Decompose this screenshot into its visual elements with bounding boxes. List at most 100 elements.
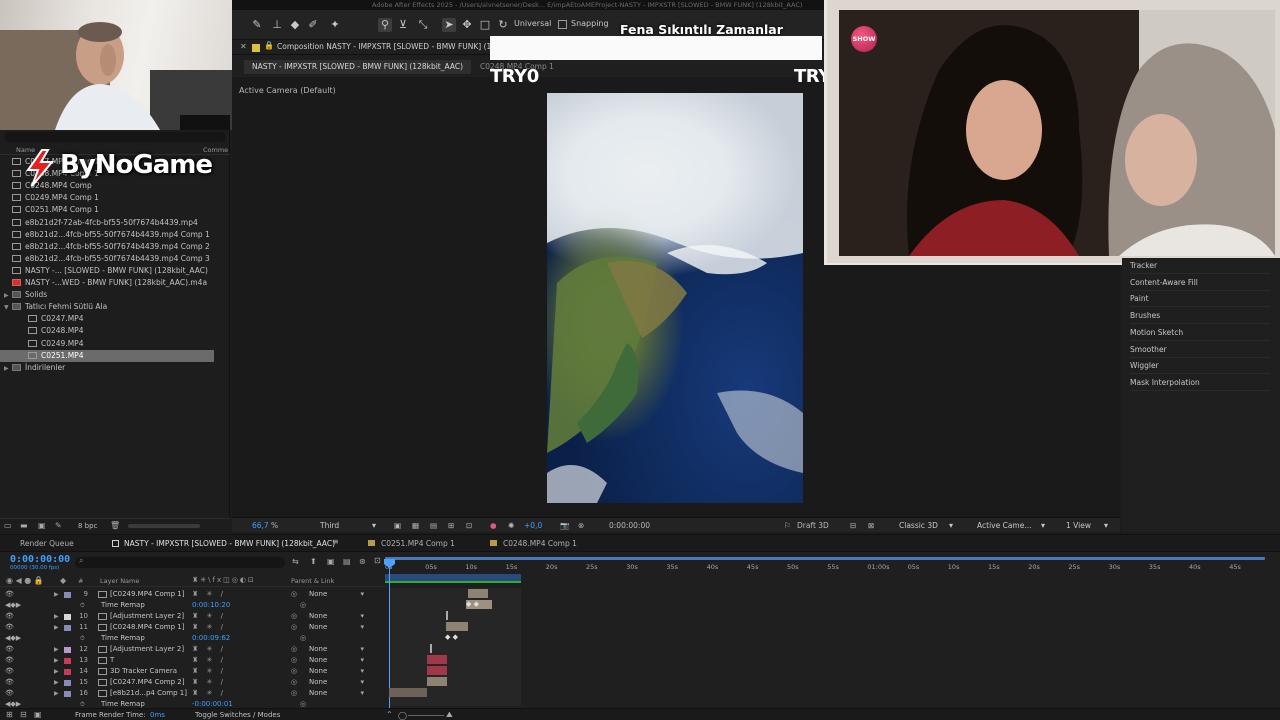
thumbnail-slider[interactable] xyxy=(128,524,200,528)
view-layout-dropdown[interactable]: 1 View xyxy=(1066,520,1108,531)
draft-3d-icon[interactable]: ⚐ xyxy=(784,520,791,531)
layer-label-swatch[interactable] xyxy=(64,669,71,675)
side-panel-item[interactable]: Motion Sketch xyxy=(1130,325,1270,341)
property-value[interactable]: -0:00:00:01 xyxy=(192,699,233,710)
timeline-layer-row[interactable]: 👁 ▶ 16 [e8b21d...p4 Comp 1] ♜ ✳ / ◎ None xyxy=(0,688,385,699)
composition-tab-label[interactable]: Composition NASTY - IMPXSTR [SLOWED - BM… xyxy=(277,42,501,51)
layer-clip-bar[interactable] xyxy=(427,666,447,675)
pickwhip-icon[interactable]: ◎ xyxy=(291,666,297,677)
fast-previews-icon[interactable]: ⊠ xyxy=(868,520,874,531)
time-remap-property-row[interactable]: ◀◆▶ ⏱ Time Remap 0:00:10:20 ◎ xyxy=(0,600,385,611)
region-of-interest-icon[interactable]: ▣ xyxy=(394,520,401,531)
layer-clip-bar[interactable] xyxy=(468,589,488,598)
side-panel-item[interactable]: Paint xyxy=(1130,291,1270,308)
renderer-dropdown[interactable]: Classic 3D xyxy=(899,520,953,531)
parent-dropdown[interactable]: None xyxy=(309,688,364,699)
av-features-icon[interactable]: ◉ ◀ ● 🔒 xyxy=(6,576,44,585)
trash-icon[interactable]: 🗑 xyxy=(110,521,120,530)
label-column-icon[interactable]: ◆ xyxy=(60,576,66,585)
layer-switches-icon[interactable]: ♜ ✳ / xyxy=(192,611,226,622)
pickwhip-icon[interactable]: ◎ xyxy=(300,633,306,644)
side-panel-item[interactable]: Brushes xyxy=(1130,308,1270,325)
stopwatch-icon[interactable]: ⏱ xyxy=(80,699,85,710)
visibility-eye-icon[interactable]: 👁 xyxy=(5,688,14,699)
parent-dropdown[interactable]: None xyxy=(309,611,364,622)
expand-layer-icon[interactable]: ▶ xyxy=(54,688,59,699)
project-folder[interactable]: ▶ İndirilenler xyxy=(0,362,230,374)
visibility-eye-icon[interactable]: 👁 xyxy=(5,677,14,688)
layer-switches-icon[interactable]: ♜ ✳ / xyxy=(192,666,226,677)
timeline-layer-row[interactable]: 👁 ▶ 10 [Adjustment Layer 2] ♜ ✳ / ◎ None xyxy=(0,611,385,622)
puppet-pin-icon[interactable]: ✦ xyxy=(328,18,342,32)
layer-search-input[interactable] xyxy=(75,557,285,568)
adjust-icon[interactable]: ✎ xyxy=(55,521,62,530)
close-tab-icon[interactable] xyxy=(112,540,119,547)
property-value[interactable]: 0:00:10:20 xyxy=(192,600,230,611)
parent-dropdown[interactable]: None xyxy=(309,622,364,633)
expand-layer-icon[interactable]: ▶ xyxy=(54,655,59,666)
timeline-layer-row[interactable]: 👁 ▶ 11 [C0248.MP4 Comp 1] ♜ ✳ / ◎ None xyxy=(0,622,385,633)
pickwhip-icon[interactable]: ◎ xyxy=(300,600,306,611)
layer-label-swatch[interactable] xyxy=(64,680,71,686)
show-snapshot-icon[interactable]: ⊗ xyxy=(578,520,584,531)
pickwhip-icon[interactable]: ◎ xyxy=(291,688,297,699)
layer-name[interactable]: T xyxy=(110,655,114,666)
layer-switches-icon[interactable]: ♜ ✳ / xyxy=(192,655,226,666)
layer-label-swatch[interactable] xyxy=(64,647,71,653)
timeline-layer-row[interactable]: 👁 ▶ 13 T ♜ ✳ / ◎ None xyxy=(0,655,385,666)
timeline-layer-row[interactable]: 👁 ▶ 9 [C0249.MP4 Comp 1] ♜ ✳ / ◎ None xyxy=(0,589,385,600)
layer-switches-icon[interactable]: ♜ ✳ / xyxy=(192,644,226,655)
project-search-input[interactable] xyxy=(4,132,226,142)
project-item[interactable]: C0249.MP4 xyxy=(0,338,230,350)
current-time-display[interactable]: 0:00:00:00 xyxy=(10,554,70,565)
layer-switches-icon[interactable]: ♜ ✳ / xyxy=(192,622,226,633)
zoom-in-icon[interactable]: ⛰ xyxy=(446,710,453,720)
side-panel-item[interactable]: Smoother xyxy=(1130,342,1270,358)
expand-layer-icon[interactable]: ▶ xyxy=(54,622,59,633)
lock-icon[interactable]: 🔒 xyxy=(264,41,274,50)
layer-label-swatch[interactable] xyxy=(64,658,71,664)
project-item[interactable]: C0251.MP4 Comp 1 xyxy=(0,204,230,216)
transfer-controls-icon[interactable]: ⊟ xyxy=(20,710,27,719)
hand-move-icon[interactable]: ✥ xyxy=(460,18,474,32)
parent-dropdown[interactable]: None xyxy=(309,589,364,600)
col-layer-name[interactable]: Layer Name xyxy=(100,577,139,585)
visibility-eye-icon[interactable]: 👁 xyxy=(5,611,14,622)
in-out-icon[interactable]: ▣ xyxy=(34,710,42,719)
tab-menu-icon[interactable]: ≡ xyxy=(332,537,339,546)
pickwhip-icon[interactable]: ◎ xyxy=(291,677,297,688)
layer-name[interactable]: [C0249.MP4 Comp 1] xyxy=(110,589,184,600)
switches-header-icons[interactable]: ♜✳\fx◫◎◐⊡ xyxy=(192,576,256,584)
graph-editor-icon[interactable]: ⊡ xyxy=(374,556,381,565)
snapshot-icon[interactable]: ⊞ xyxy=(448,520,454,531)
layer-name[interactable]: [C0248.MP4 Comp 1] xyxy=(110,622,184,633)
new-folder-icon[interactable]: ▬ xyxy=(20,521,28,530)
side-panel-item[interactable]: Tracker xyxy=(1130,258,1270,274)
snapping-label[interactable]: Snapping xyxy=(571,19,609,28)
project-item[interactable]: C0249.MP4 Comp 1 xyxy=(0,192,230,204)
zoom-slider-track[interactable] xyxy=(408,715,444,716)
layer-label-swatch[interactable] xyxy=(64,614,71,620)
keyframe-nav-icon[interactable]: ◀◆▶ xyxy=(5,699,21,710)
project-item[interactable]: e8b21d2...4fcb-bf55-50f7674b4439.mp4 Com… xyxy=(0,253,230,265)
timeline-layer-row[interactable]: 👁 ▶ 12 [Adjustment Layer 2] ♜ ✳ / ◎ None xyxy=(0,644,385,655)
selection-tool-icon[interactable]: ➤ xyxy=(442,18,456,32)
project-item[interactable]: e8b21d2f-72ab-4fcb-bf55-50f7674b4439.mp4 xyxy=(0,217,230,229)
current-timecode[interactable]: 0:00:00:00 xyxy=(609,520,650,531)
transparency-grid-icon[interactable]: ▦ xyxy=(412,520,419,531)
property-value[interactable]: 0:00:09:62 xyxy=(192,633,230,644)
parent-dropdown[interactable]: None xyxy=(309,644,364,655)
pickwhip-icon[interactable]: ◎ xyxy=(291,589,297,600)
project-item[interactable]: e8b21d2...4fcb-bf55-50f7674b4439.mp4 Com… xyxy=(0,241,230,253)
layer-clip-bar[interactable] xyxy=(427,655,447,664)
3d-view-icon[interactable]: ⊟ xyxy=(850,520,856,531)
layer-name[interactable]: [C0247.MP4 Comp 2] xyxy=(110,677,184,688)
visibility-eye-icon[interactable]: 👁 xyxy=(5,622,14,633)
layer-switches-icon[interactable]: ♜ ✳ / xyxy=(192,589,226,600)
guides-icon[interactable]: ⊡ xyxy=(466,520,472,531)
mask-toggle-icon[interactable]: ▤ xyxy=(430,520,437,531)
pickwhip-icon[interactable]: ◎ xyxy=(291,655,297,666)
zoom-value[interactable]: 66,7 xyxy=(252,520,269,531)
disclosure-triangle-icon[interactable]: ▶ xyxy=(4,363,12,375)
toggle-switches-modes[interactable]: Toggle Switches / Modes xyxy=(195,711,280,719)
